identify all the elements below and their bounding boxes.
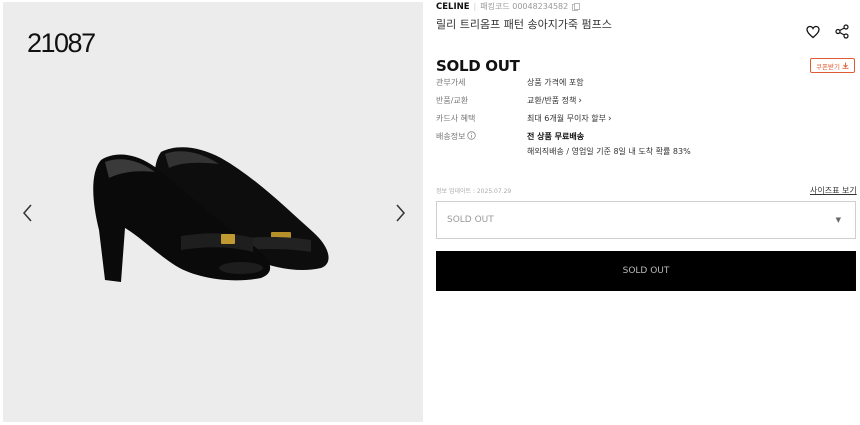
copy-icon[interactable] [572, 2, 581, 11]
detail-label: 반품/교환 [436, 96, 469, 105]
card-benefits-link[interactable]: 최대 6개월 무이자 할부 › [527, 113, 612, 124]
product-photo [93, 147, 329, 282]
chevron-right-icon: › [578, 96, 583, 106]
detail-label: 관부가세 [436, 78, 466, 87]
size-guide-link[interactable]: 사이즈표 보기 [810, 185, 857, 196]
caret-down-icon: ▼ [835, 216, 841, 224]
image-watermark: 21087 [27, 28, 96, 58]
product-image-gallery: 21087 [3, 2, 423, 422]
detail-value: 상품 가격에 포함 [527, 78, 584, 87]
shipping-detail: 해외직배송 / 영업일 기준 8일 내 도착 확률 83% [527, 147, 691, 156]
detail-label: 배송정보 [436, 131, 477, 142]
coupon-label: 쿠폰받기 [816, 62, 840, 71]
product-title: 릴리 트리옴프 패턴 송아지가죽 펌프스 [436, 18, 612, 31]
heart-icon[interactable] [806, 25, 820, 39]
detail-value: 전 상품 무료배송 [527, 132, 585, 141]
download-icon [842, 62, 849, 69]
divider: | [473, 2, 477, 11]
info-icon[interactable] [467, 131, 477, 140]
return-policy-link[interactable]: 교환/반품 정책 › [527, 95, 582, 106]
share-icon[interactable] [835, 24, 849, 39]
buy-button[interactable]: SOLD OUT [436, 251, 856, 291]
card-benefits-label: 최대 6개월 무이자 할부 [527, 114, 606, 123]
previous-image-arrow-icon[interactable] [19, 202, 37, 224]
product-code: 패킹코드 00048234582 [480, 2, 569, 11]
return-policy-label: 교환/반품 정책 [527, 96, 577, 105]
coupon-button[interactable]: 쿠폰받기 [810, 58, 855, 73]
stock-status: SOLD OUT [436, 57, 520, 75]
next-image-arrow-icon[interactable] [391, 202, 409, 224]
option-select[interactable]: SOLD OUT ▼ [436, 201, 856, 239]
brand-name[interactable]: CELINE [436, 2, 470, 12]
shipping-label: 배송정보 [436, 132, 466, 141]
info-updated-date: 정보 업데이트 : 2025.07.29 [436, 188, 512, 195]
brand-line: CELINE | 패킹코드 00048234582 [436, 1, 581, 12]
chevron-right-icon: › [607, 114, 612, 124]
detail-label: 카드사 혜택 [436, 114, 476, 123]
option-select-value: SOLD OUT [447, 215, 494, 225]
